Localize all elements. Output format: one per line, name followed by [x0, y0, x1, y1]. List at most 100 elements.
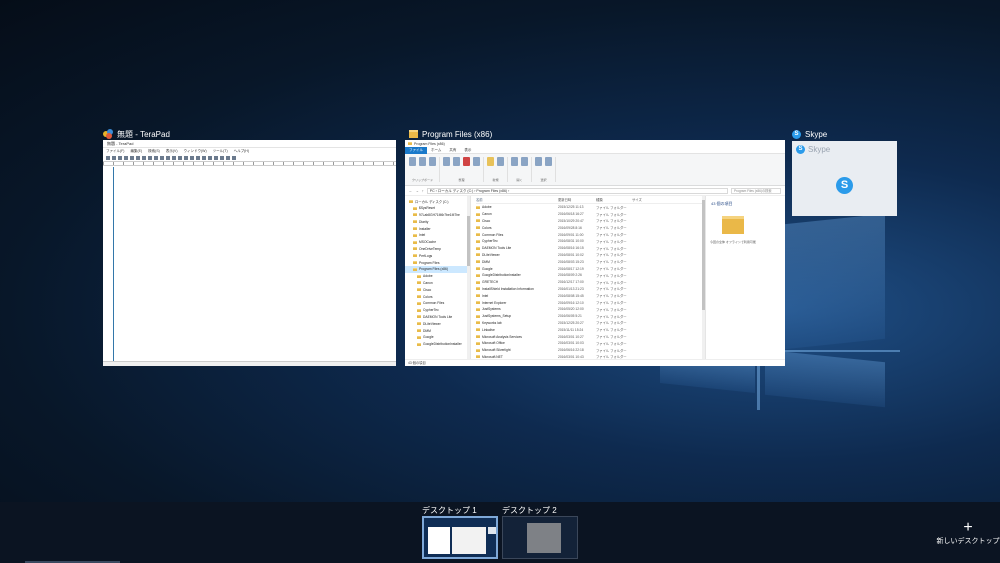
file-row[interactable]: InstallShield Installation Information 20… — [476, 286, 705, 293]
nav-item[interactable]: Canon — [405, 280, 470, 287]
toolbar-button-icon[interactable] — [142, 155, 146, 160]
file-row[interactable]: DMM 2016/08/03 15:23 ファイル フォルダー — [476, 258, 705, 265]
window-skype[interactable]: S Skype S Skype S — [792, 127, 897, 219]
toolbar-button-icon[interactable] — [220, 155, 224, 160]
ribbon-tab[interactable]: ファイル — [405, 146, 427, 154]
menu-item[interactable]: 表示(V) — [166, 149, 178, 154]
file-row[interactable]: GRETECH 2016/12/17 17:00 ファイル フォルダー — [476, 279, 705, 286]
menu-item[interactable]: ヘルプ(H) — [234, 149, 249, 154]
desktop-thumbnail[interactable] — [422, 516, 498, 559]
toolbar-button-icon[interactable] — [148, 155, 152, 160]
nav-item[interactable]: Program Files — [405, 259, 470, 266]
nav-item[interactable]: CypherTec — [405, 307, 470, 314]
file-row[interactable]: Intel 2016/08/08 15:45 ファイル フォルダー — [476, 292, 705, 299]
toolbar-button-icon[interactable] — [136, 155, 140, 160]
ribbon-command-icon[interactable] — [545, 157, 552, 166]
column-header[interactable]: 種類 — [596, 197, 632, 202]
ribbon-command-icon[interactable] — [419, 157, 426, 166]
ribbon-command-icon[interactable] — [429, 157, 436, 166]
scroll-thumb[interactable] — [467, 216, 470, 266]
toolbar-button-icon[interactable] — [196, 155, 200, 160]
menu-item[interactable]: ウィンドウ(W) — [184, 149, 207, 154]
window-explorer[interactable]: Program Files (x86) Program Files (x86) … — [405, 127, 785, 367]
toolbar-button-icon[interactable] — [166, 155, 170, 160]
nav-item[interactable]: Installer — [405, 225, 470, 232]
toolbar-button-icon[interactable] — [154, 155, 158, 160]
file-row[interactable]: Canon 2016/06/18 16:27 ファイル フォルダー — [476, 211, 705, 218]
window-thumbnail[interactable]: 無題 - TeraPad ファイル(F) 編集(E) 検索(S) 表示(V) ウィンドウ… — [103, 140, 396, 366]
nav-item[interactable]: PerfLogs — [405, 252, 470, 259]
menu-item[interactable]: ツール(T) — [213, 149, 228, 154]
terapad-edit-area[interactable] — [103, 167, 396, 361]
nav-item[interactable]: Diarity — [405, 218, 470, 225]
search-input[interactable]: Program Files (x86)の検索 — [731, 187, 781, 194]
toolbar-button-icon[interactable] — [178, 155, 182, 160]
toolbar-button-icon[interactable] — [190, 155, 194, 160]
nav-item[interactable]: Program Files (x86) — [405, 265, 470, 273]
file-row[interactable]: Microsoft Silverlight 2016/06/16 22:18 ファイ… — [476, 347, 705, 354]
file-row[interactable]: Microsoft Office 2016/03/01 10:03 ファイル フォル… — [476, 340, 705, 347]
column-header[interactable]: 名前 — [476, 197, 558, 202]
nav-item[interactable]: Google — [405, 334, 470, 341]
file-row[interactable]: Cisco 2015/10/29 20:47 ファイル フォルダー — [476, 218, 705, 225]
toolbar-button-icon[interactable] — [226, 155, 230, 160]
ribbon-command-icon[interactable] — [511, 157, 518, 166]
back-icon[interactable]: ← — [409, 189, 413, 193]
file-row[interactable]: JustSystems 2016/05/20 12:00 ファイル フォルダー — [476, 306, 705, 313]
nav-item[interactable]: $SysReset — [405, 205, 470, 212]
ribbon-command-icon[interactable] — [463, 157, 470, 166]
ribbon-command-icon[interactable] — [443, 157, 450, 166]
file-row[interactable]: CypherTec 2016/08/31 10:00 ファイル フォルダー — [476, 238, 705, 245]
nav-item[interactable]: 97Lab8GH71M6r7be1M7he — [405, 212, 470, 219]
menu-item[interactable]: 検索(S) — [148, 149, 160, 154]
file-row[interactable]: Microsoft Analysis Services 2016/03/01 10… — [476, 333, 705, 340]
toolbar-button-icon[interactable] — [202, 155, 206, 160]
desktop-thumbnail[interactable] — [502, 516, 578, 559]
file-row[interactable]: GoogleDistributionInstaller 2016/08/09 2:… — [476, 272, 705, 279]
nav-item[interactable]: OneDriveTemp — [405, 246, 470, 253]
desktop-2[interactable]: デスクトップ 2 — [502, 502, 580, 560]
file-row[interactable]: Adobe 2015/12/25 11:13 ファイル フォルダー — [476, 204, 705, 211]
ribbon-command-icon[interactable] — [409, 157, 416, 166]
ribbon-command-icon[interactable] — [453, 157, 460, 166]
menu-item[interactable]: 編集(E) — [130, 149, 142, 154]
nav-item[interactable]: Colors — [405, 293, 470, 300]
nav-item[interactable]: DAEMON Tools Lite — [405, 314, 470, 321]
toolbar-button-icon[interactable] — [172, 155, 176, 160]
window-thumbnail[interactable]: S Skype S — [792, 141, 897, 216]
toolbar-button-icon[interactable] — [130, 155, 134, 160]
column-header[interactable]: 更新日時 — [558, 197, 596, 202]
nav-item[interactable]: DMM — [405, 327, 470, 334]
ribbon-command-icon[interactable] — [487, 157, 494, 166]
menu-item[interactable]: ファイル(F) — [106, 149, 124, 154]
address-bar[interactable]: PC › ローカル ディスク (C:) › Program Files (x86… — [426, 187, 728, 194]
ribbon-command-icon[interactable] — [521, 157, 528, 166]
toolbar-button-icon[interactable] — [124, 155, 128, 160]
up-icon[interactable]: ↑ — [422, 189, 424, 193]
file-row[interactable]: Colors 2016/09/28 8:16 ファイル フォルダー — [476, 224, 705, 231]
nav-item[interactable]: MSOCache — [405, 239, 470, 246]
nav-item[interactable]: DLiteViewer — [405, 320, 470, 327]
toolbar-button-icon[interactable] — [112, 155, 116, 160]
toolbar-button-icon[interactable] — [160, 155, 164, 160]
nav-item[interactable]: Cisco — [405, 286, 470, 293]
ribbon-command-icon[interactable] — [473, 157, 480, 166]
new-desktop-button[interactable]: + 新しいデスクトップ — [930, 520, 1000, 546]
nav-item[interactable]: ローカル ディスク (C:) — [405, 198, 470, 205]
window-terapad[interactable]: 無題 - TeraPad 無題 - TeraPad ファイル(F) 編集(E) 検索… — [103, 127, 396, 367]
ribbon-tab[interactable]: 表示 — [460, 147, 475, 154]
forward-icon[interactable]: → — [416, 189, 420, 193]
file-row[interactable]: Internet Explorer 2016/09/16 12:10 ファイル フォ… — [476, 299, 705, 306]
ribbon-command-icon[interactable] — [497, 157, 504, 166]
toolbar-button-icon[interactable] — [118, 155, 122, 160]
desktop-1[interactable]: デスクトップ 1 — [422, 502, 500, 560]
ribbon-tab[interactable]: ホーム — [427, 147, 445, 154]
toolbar-button-icon[interactable] — [232, 155, 236, 160]
toolbar-button-icon[interactable] — [214, 155, 218, 160]
column-header[interactable]: サイズ — [632, 197, 652, 202]
file-row[interactable]: DAEMON Tools Lite 2016/08/16 16:15 ファイル フォ… — [476, 245, 705, 252]
nav-item[interactable]: Intel — [405, 232, 470, 239]
ribbon-command-icon[interactable] — [535, 157, 542, 166]
toolbar-button-icon[interactable] — [106, 155, 110, 160]
file-row[interactable]: Common Files 2016/09/01 11:00 ファイル フォルダー — [476, 231, 705, 238]
